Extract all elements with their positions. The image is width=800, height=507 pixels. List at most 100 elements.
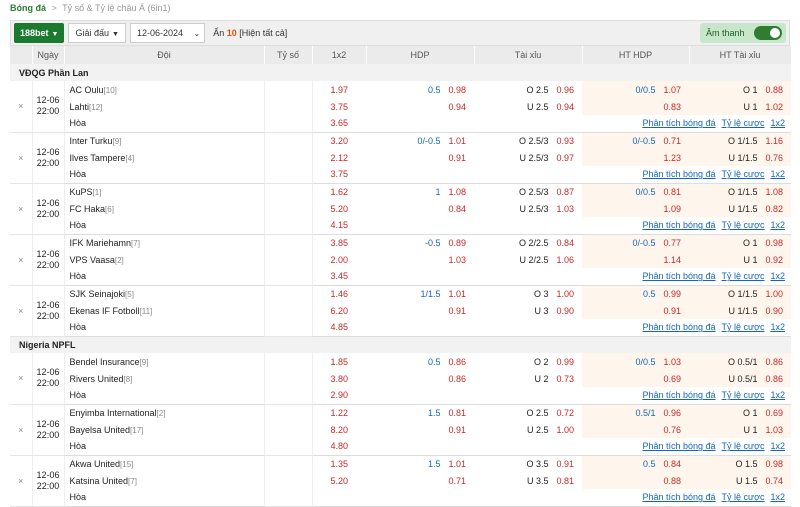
league-name[interactable]: VĐQG Phần Lan [10, 64, 791, 81]
hdp-away[interactable]: 0.91 [366, 149, 474, 166]
close-icon[interactable]: × [10, 183, 33, 235]
sound-toggle[interactable] [754, 26, 782, 40]
hdp-away[interactable]: 0.91 [366, 302, 474, 319]
ou-under[interactable]: U 2/2.5 1.06 [474, 251, 582, 268]
show-all-link[interactable]: [Hiện tất cả] [239, 28, 287, 38]
close-icon[interactable]: × [10, 404, 33, 456]
analysis-link[interactable]: Phân tích bóng đá [642, 118, 715, 128]
ht-hdp-away[interactable]: 1.23 [582, 149, 689, 166]
odds-draw[interactable]: 3.75 [312, 166, 366, 184]
date-select[interactable]: 12-06-2024 ⌄ [129, 23, 206, 43]
home-team[interactable]: Akwa United[15] [64, 455, 265, 472]
ht-ou-over[interactable]: O 1.5 0.98 [689, 455, 791, 472]
ou-over[interactable]: O 3.5 0.91 [474, 455, 582, 472]
odds-link[interactable]: Tỷ lệ cược [722, 118, 765, 128]
odds-draw[interactable]: 4.85 [312, 319, 366, 337]
ou-over[interactable]: O 3 1.00 [474, 285, 582, 302]
ht-hdp-away[interactable]: 0.69 [582, 370, 689, 387]
ht-hdp-away[interactable]: 0.83 [582, 98, 689, 115]
home-team[interactable]: SJK Seinajoki[5] [64, 285, 265, 302]
odds-away[interactable]: 3.80 [312, 370, 366, 387]
bookmaker-select[interactable]: 188bet ▼ [14, 23, 65, 43]
hdp-home[interactable]: 1 1.08 [366, 183, 474, 200]
ou-over[interactable]: O 2.5/3 0.93 [474, 132, 582, 149]
ht-ou-under[interactable]: U 1/1.5 0.76 [689, 149, 791, 166]
odds-home[interactable]: 3.85 [312, 234, 366, 251]
analysis-link[interactable]: Phân tích bóng đá [642, 441, 715, 451]
ht-ou-over[interactable]: O 0.5/1 0.86 [689, 353, 791, 370]
ou-under[interactable]: U 3 0.90 [474, 302, 582, 319]
away-team[interactable]: Lahti[12] [64, 98, 265, 115]
close-icon[interactable]: × [10, 132, 33, 184]
x12-link[interactable]: 1x2 [770, 118, 785, 128]
hdp-away[interactable]: 0.71 [366, 472, 474, 489]
ht-hdp-home[interactable]: 0/-0.5 0.71 [582, 132, 689, 149]
league-name[interactable]: Nigeria NPFL [10, 336, 791, 353]
ht-hdp-away[interactable]: 1.09 [582, 200, 689, 217]
ht-ou-under[interactable]: U 1.5 0.74 [689, 472, 791, 489]
hdp-home[interactable]: 0.5 0.98 [366, 81, 474, 98]
x12-link[interactable]: 1x2 [770, 220, 785, 230]
league-row[interactable]: VĐQG Phần Lan [10, 64, 791, 81]
ht-hdp-home[interactable]: 0/0.5 0.81 [582, 183, 689, 200]
away-team[interactable]: FC Haka[6] [64, 200, 265, 217]
odds-away[interactable]: 3.75 [312, 98, 366, 115]
ou-under[interactable]: U 2.5 0.94 [474, 98, 582, 115]
hdp-home[interactable]: 0/-0.5 1.01 [366, 132, 474, 149]
hdp-home[interactable]: 1/1.5 1.01 [366, 285, 474, 302]
away-team[interactable]: VPS Vaasa[2] [64, 251, 265, 268]
odds-link[interactable]: Tỷ lệ cược [722, 492, 765, 502]
hdp-away[interactable]: 0.94 [366, 98, 474, 115]
ou-over[interactable]: O 2/2.5 0.84 [474, 234, 582, 251]
league-filter-dropdown[interactable]: Giải đấu ▼ [68, 23, 126, 43]
ou-over[interactable]: O 2.5/3 0.87 [474, 183, 582, 200]
x12-link[interactable]: 1x2 [770, 441, 785, 451]
odds-draw[interactable]: 3.45 [312, 268, 366, 286]
x12-link[interactable]: 1x2 [770, 390, 785, 400]
odds-away[interactable]: 2.12 [312, 149, 366, 166]
ou-under[interactable]: U 2.5/3 1.03 [474, 200, 582, 217]
odds-draw[interactable]: 3.65 [312, 115, 366, 133]
hdp-home[interactable]: 0.5 0.86 [366, 353, 474, 370]
home-team[interactable]: KuPS[1] [64, 183, 265, 200]
odds-home[interactable]: 1.97 [312, 81, 366, 98]
odds-home[interactable]: 1.62 [312, 183, 366, 200]
odds-away[interactable]: 6.20 [312, 302, 366, 319]
away-team[interactable]: Bayelsa United[17] [64, 421, 265, 438]
odds-away[interactable]: 2.00 [312, 251, 366, 268]
odds-home[interactable]: 1.35 [312, 455, 366, 472]
close-icon[interactable]: × [10, 353, 33, 405]
ht-hdp-away[interactable]: 0.91 [582, 302, 689, 319]
odds-draw[interactable]: 4.15 [312, 217, 366, 235]
odds-link[interactable]: Tỷ lệ cược [722, 322, 765, 332]
ht-ou-over[interactable]: O 1/1.5 1.00 [689, 285, 791, 302]
ht-hdp-home[interactable]: 0/-0.5 0.77 [582, 234, 689, 251]
hdp-home[interactable]: 1.5 1.01 [366, 455, 474, 472]
ht-ou-under[interactable]: U 1/1.5 0.90 [689, 302, 791, 319]
home-team[interactable]: Enyimba International[2] [64, 404, 265, 421]
odds-away[interactable]: 8.20 [312, 421, 366, 438]
ou-over[interactable]: O 2.5 0.96 [474, 81, 582, 98]
x12-link[interactable]: 1x2 [770, 271, 785, 281]
analysis-link[interactable]: Phân tích bóng đá [642, 492, 715, 502]
odds-draw[interactable] [312, 489, 366, 507]
ht-ou-under[interactable]: U 1/1.5 0.82 [689, 200, 791, 217]
ou-under[interactable]: U 3.5 0.81 [474, 472, 582, 489]
close-icon[interactable]: × [10, 285, 33, 337]
home-team[interactable]: AC Oulu[10] [64, 81, 265, 98]
hdp-home[interactable]: 1.5 0.81 [366, 404, 474, 421]
ht-hdp-home[interactable]: 0.5/1 0.96 [582, 404, 689, 421]
analysis-link[interactable]: Phân tích bóng đá [642, 390, 715, 400]
odds-link[interactable]: Tỷ lệ cược [722, 441, 765, 451]
analysis-link[interactable]: Phân tích bóng đá [642, 169, 715, 179]
home-team[interactable]: Inter Turku[9] [64, 132, 265, 149]
ou-under[interactable]: U 2.5 1.00 [474, 421, 582, 438]
close-icon[interactable]: × [10, 81, 33, 133]
breadcrumb-home[interactable]: Bóng đá [10, 3, 46, 13]
close-icon[interactable]: × [10, 234, 33, 286]
odds-link[interactable]: Tỷ lệ cược [722, 271, 765, 281]
x12-link[interactable]: 1x2 [770, 492, 785, 502]
odds-away[interactable]: 5.20 [312, 200, 366, 217]
odds-link[interactable]: Tỷ lệ cược [722, 169, 765, 179]
ht-hdp-home[interactable]: 0.5 0.84 [582, 455, 689, 472]
